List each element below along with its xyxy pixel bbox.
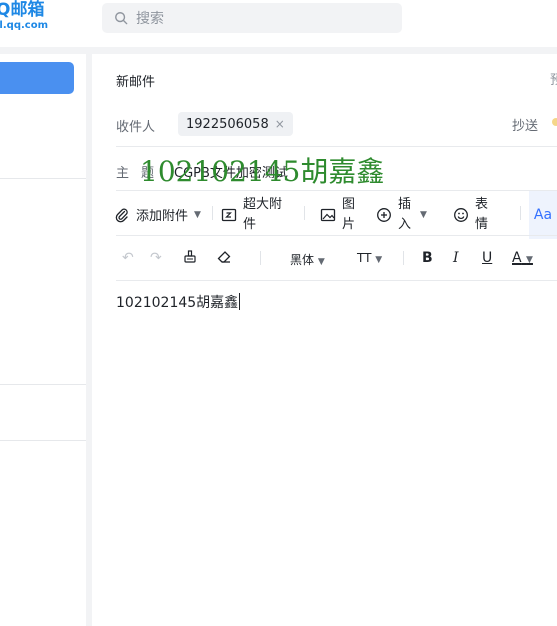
insert-button[interactable]: 插入 ▼ bbox=[376, 195, 427, 235]
compose-title-right[interactable]: 预 bbox=[550, 69, 557, 88]
add-attachment-label: 添加附件 bbox=[136, 209, 189, 224]
divider bbox=[116, 280, 557, 281]
attachment-toolbar: 添加附件 ▼ 超大附件 图片 插入 ▼ 表情 bbox=[114, 194, 557, 234]
recipient-address: 1922506058 bbox=[186, 116, 269, 132]
message-body-text: 102102145胡嘉鑫 bbox=[116, 295, 239, 311]
toolbar-separator bbox=[520, 206, 521, 220]
toolbar-separator bbox=[212, 206, 213, 220]
chevron-down-icon: ▼ bbox=[194, 209, 201, 220]
large-attachment-button[interactable]: 超大附件 bbox=[221, 195, 287, 235]
chevron-down-icon: ▼ bbox=[420, 210, 427, 220]
search-placeholder: 搜索 bbox=[136, 11, 164, 27]
font-family-value: 黑体 bbox=[290, 253, 315, 267]
logo-title: Q邮箱 bbox=[0, 0, 45, 20]
large-attachment-label: 超大附件 bbox=[243, 197, 283, 232]
smiley-icon bbox=[454, 208, 468, 222]
redo-icon[interactable]: ↷ bbox=[150, 250, 162, 266]
image-icon bbox=[320, 208, 336, 222]
plus-circle-icon bbox=[377, 208, 391, 222]
emoji-label: 表情 bbox=[475, 197, 489, 232]
font-color-button[interactable]: A ▼ bbox=[512, 250, 533, 266]
to-label: 收件人 bbox=[116, 120, 156, 135]
search-input[interactable]: 搜索 bbox=[102, 3, 402, 33]
sidebar bbox=[0, 54, 86, 626]
format-painter-icon[interactable] bbox=[182, 249, 198, 269]
cc-button[interactable]: 抄送 bbox=[512, 115, 538, 134]
compose-button[interactable] bbox=[0, 62, 74, 94]
paperclip-icon bbox=[115, 208, 128, 222]
compose-title: 新邮件 bbox=[116, 75, 156, 90]
logo-domain: il.qq.com bbox=[0, 20, 48, 31]
sidebar-divider bbox=[0, 440, 86, 441]
toolbar-separator bbox=[260, 251, 261, 265]
chevron-down-icon: ▼ bbox=[526, 255, 533, 265]
emoji-button[interactable]: 表情 bbox=[453, 195, 491, 235]
font-size-select[interactable]: TT ▼ bbox=[357, 251, 382, 265]
app-logo[interactable]: Q邮箱 il.qq.com bbox=[0, 2, 48, 31]
folder-zip-icon bbox=[221, 208, 237, 222]
font-size-icon: TT bbox=[357, 251, 372, 265]
compose-panel: 新邮件 预 收件人 1922506058 × 抄送 主题 CGPB文件加密测试 … bbox=[92, 54, 557, 626]
text-style-button[interactable]: Aa bbox=[529, 191, 557, 239]
bold-button[interactable]: B bbox=[422, 250, 433, 266]
status-dot bbox=[552, 118, 557, 126]
message-body[interactable]: 102102145胡嘉鑫 bbox=[116, 292, 241, 312]
font-color-icon: A bbox=[512, 250, 522, 266]
sidebar-divider bbox=[0, 178, 86, 179]
underline-button[interactable]: U bbox=[482, 250, 492, 266]
divider bbox=[116, 190, 557, 191]
format-toolbar: ↶ ↷ 黑体 ▼ TT ▼ B I U A ▼ bbox=[114, 244, 557, 272]
chevron-down-icon: ▼ bbox=[317, 257, 325, 267]
insert-label: 插入 bbox=[398, 197, 412, 232]
add-attachment-button[interactable]: 添加附件 ▼ bbox=[114, 205, 201, 224]
top-header: Q邮箱 il.qq.com 搜索 bbox=[0, 0, 557, 47]
handwritten-overlay: 102102145胡嘉鑫 bbox=[140, 155, 385, 188]
toolbar-separator bbox=[403, 251, 404, 265]
font-family-select[interactable]: 黑体 ▼ bbox=[290, 251, 325, 268]
toolbar-separator bbox=[304, 206, 305, 220]
undo-icon[interactable]: ↶ bbox=[122, 250, 134, 266]
remove-recipient-icon[interactable]: × bbox=[275, 117, 285, 131]
chevron-down-icon: ▼ bbox=[375, 255, 383, 265]
italic-button[interactable]: I bbox=[453, 250, 459, 266]
text-caret bbox=[239, 293, 241, 310]
insert-image-label: 图片 bbox=[342, 197, 356, 232]
divider bbox=[116, 146, 557, 147]
eraser-icon[interactable] bbox=[216, 249, 232, 269]
recipient-chip[interactable]: 1922506058 × bbox=[178, 112, 293, 136]
sidebar-divider bbox=[0, 384, 86, 385]
search-icon bbox=[115, 12, 128, 25]
insert-image-button[interactable]: 图片 bbox=[320, 195, 358, 235]
divider bbox=[116, 235, 557, 236]
